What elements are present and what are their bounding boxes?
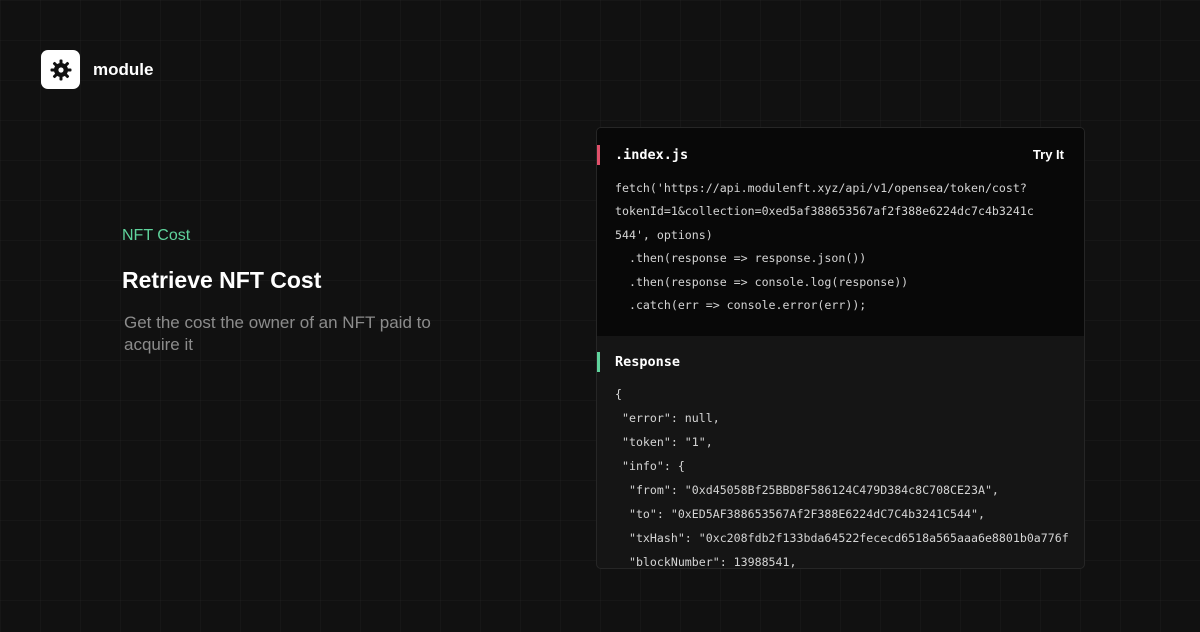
response-line: "error": null,: [615, 411, 720, 425]
code-block: fetch('https://api.modulenft.xyz/api/v1/…: [615, 177, 1034, 317]
response-block: { "error": null, "token": "1", "info": {…: [615, 382, 1069, 569]
code-line: .catch(err => console.error(err));: [615, 298, 867, 313]
brand-logo[interactable]: module: [41, 50, 153, 89]
hero-eyebrow: NFT Cost: [122, 227, 191, 244]
response-line: "info": {: [615, 459, 685, 473]
response-line: "from": "0xd45058Bf25BBD8F586124C479D384…: [615, 483, 999, 497]
response-section[interactable]: Response { "error": null, "token": "1", …: [597, 336, 1084, 568]
code-line: tokenId=1&collection=0xed5af388653567af2…: [615, 204, 1034, 219]
response-line: "token": "1",: [615, 435, 713, 449]
api-example-panel: .index.js Try It fetch('https://api.modu…: [596, 127, 1085, 569]
response-line: {: [615, 387, 622, 401]
hero-section: NFT Cost Retrieve NFT Cost Get the cost …: [122, 226, 482, 356]
code-line: fetch('https://api.modulenft.xyz/api/v1/…: [615, 181, 1027, 195]
code-line: .then(response => response.json()): [615, 251, 867, 266]
response-line: "to": "0xED5AF388653567Af2F388E6224dC7C4…: [615, 507, 985, 521]
response-accent-bar: [597, 352, 600, 372]
brand-name: module: [93, 59, 154, 79]
code-line: .then(response => console.log(response)): [615, 274, 909, 289]
code-header: .index.js Try It: [597, 145, 1084, 165]
response-line: "blockNumber": 13988541,: [615, 555, 797, 569]
response-line: "txHash": "0xc208fdb2f133bda64522fececd6…: [615, 531, 1069, 545]
try-it-button[interactable]: Try It: [1033, 147, 1064, 162]
code-section: .index.js Try It fetch('https://api.modu…: [597, 128, 1084, 336]
gear-icon: [41, 50, 80, 89]
hero-title: Retrieve NFT Cost: [122, 267, 322, 293]
code-line: 544', options): [615, 227, 713, 242]
response-header: Response: [597, 352, 1084, 372]
response-title: Response: [615, 354, 681, 370]
hero-description: Get the cost the owner of an NFT paid to…: [124, 313, 431, 354]
code-accent-bar: [597, 145, 600, 165]
code-filename: .index.js: [615, 147, 689, 163]
